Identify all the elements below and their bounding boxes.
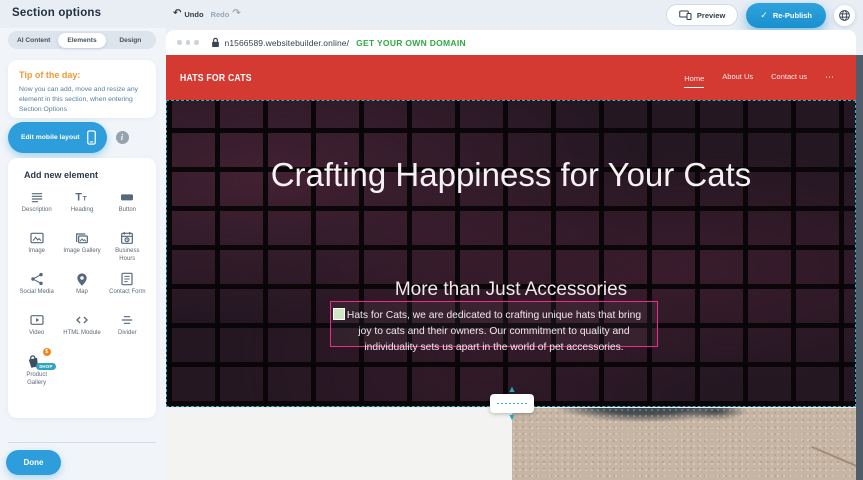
browser-bar: n1566589.websitebuilder.online/ GET YOUR… <box>166 30 856 55</box>
html-module-icon <box>74 312 90 328</box>
browser-dot <box>194 40 199 45</box>
tip-card: Tip of the day: Now you can add, move an… <box>8 60 156 118</box>
add-element-html-module[interactable]: HTML Module <box>59 312 104 348</box>
add-element-image-gallery[interactable]: Image Gallery <box>59 230 104 266</box>
language-globe-button[interactable] <box>834 5 855 26</box>
site-logo[interactable]: HATS FOR CATS <box>180 72 252 84</box>
edit-mobile-layout-button[interactable]: Edit mobile layout <box>8 122 107 153</box>
add-element-divider[interactable]: Divider <box>105 312 150 348</box>
page-title: Section options <box>12 7 101 19</box>
sidebar-divider <box>8 442 156 443</box>
selected-text-element[interactable]: Hats for Cats, we are dedicated to craft… <box>330 301 658 347</box>
map-pin-icon <box>74 271 90 287</box>
info-icon[interactable]: i <box>116 131 129 144</box>
add-element-description[interactable]: Description <box>14 189 59 225</box>
description-icon <box>29 189 45 205</box>
business-hours-icon <box>119 230 135 246</box>
add-element-title: Add new element <box>24 170 150 180</box>
browser-dots <box>177 40 199 45</box>
tab-ai-content[interactable]: AI Content <box>10 33 58 48</box>
social-media-icon <box>29 271 45 287</box>
add-element-product-gallery[interactable]: $ SHOP Product Gallery <box>14 353 59 389</box>
tip-title: Tip of the day: <box>19 70 145 80</box>
check-icon: ✓ <box>760 10 768 21</box>
preview-button[interactable]: Preview <box>666 4 738 26</box>
image-gallery-icon <box>74 230 90 246</box>
browser-dot <box>186 40 191 45</box>
redo-label: Redo <box>211 10 230 19</box>
topbar-actions: Preview ✓ Re-Publish <box>666 0 855 30</box>
republish-button[interactable]: ✓ Re-Publish <box>746 3 826 28</box>
undo-button[interactable]: ↶ Undo <box>173 9 204 19</box>
pavement-image <box>512 408 863 480</box>
phone-icon <box>86 130 97 145</box>
redo-button[interactable]: Redo ↷ <box>211 9 241 19</box>
shop-badge: SHOP <box>36 363 56 370</box>
devices-icon <box>679 10 692 20</box>
site-nav: Home About Us Contact us ⋯ <box>684 55 834 100</box>
tip-body: Now you can add, move and resize any ele… <box>19 85 145 116</box>
sidebar: AI Content Elements Design Tip of the da… <box>0 28 166 480</box>
svg-text:T: T <box>83 195 87 202</box>
hero-subheading[interactable]: More than Just Accessories <box>395 279 627 301</box>
done-button[interactable]: Done <box>6 450 61 475</box>
product-gallery-icon: $ SHOP <box>25 353 49 370</box>
section-resize-handle[interactable]: ▲ ▼ <box>490 394 534 413</box>
app-root: Section options ↶ Undo Redo ↷ Preview ✓ … <box>0 0 863 480</box>
heading-icon: TT <box>74 189 90 205</box>
preview-label: Preview <box>697 11 725 20</box>
redo-icon: ↷ <box>232 9 240 19</box>
add-element-business-hours[interactable]: Business Hours <box>105 230 150 266</box>
add-element-heading[interactable]: TT Heading <box>59 189 104 225</box>
undo-redo-group: ↶ Undo Redo ↷ <box>173 0 241 28</box>
hero-heading[interactable]: Crafting Happiness for Your Cats <box>261 153 761 198</box>
add-element-map[interactable]: Map <box>59 271 104 307</box>
element-grid: Description TT Heading Button Image Imag… <box>14 189 150 389</box>
edit-mobile-label: Edit mobile layout <box>21 134 80 141</box>
browser-dot <box>177 40 182 45</box>
globe-icon <box>838 9 851 22</box>
drag-handle[interactable] <box>333 308 345 320</box>
sidebar-tabs: AI Content Elements Design <box>8 31 156 49</box>
get-domain-link[interactable]: GET YOUR OWN DOMAIN <box>356 38 466 48</box>
hero-section[interactable]: Crafting Happiness for Your Cats More th… <box>166 100 856 407</box>
add-element-image[interactable]: Image <box>14 230 59 266</box>
lock-icon <box>211 37 220 48</box>
add-element-contact-form[interactable]: Contact Form <box>105 271 150 307</box>
nav-home[interactable]: Home <box>684 74 704 88</box>
image-icon <box>29 230 45 246</box>
undo-icon: ↶ <box>173 9 181 19</box>
nav-about-us[interactable]: About Us <box>722 72 753 83</box>
tab-elements[interactable]: Elements <box>58 33 106 48</box>
republish-label: Re-Publish <box>773 11 812 20</box>
tab-design[interactable]: Design <box>106 33 154 48</box>
site-url: n1566589.websitebuilder.online/ <box>225 38 350 48</box>
new-badge-icon: $ <box>43 348 51 356</box>
add-element-social-media[interactable]: Social Media <box>14 271 59 307</box>
canvas-scrollbar[interactable] <box>856 55 863 480</box>
topbar: Section options ↶ Undo Redo ↷ Preview ✓ … <box>0 0 863 28</box>
site-header: HATS FOR CATS Home About Us Contact us ⋯ <box>166 55 856 100</box>
add-element-button[interactable]: Button <box>105 189 150 225</box>
edit-mobile-row: Edit mobile layout i <box>8 121 129 153</box>
contact-form-icon <box>119 271 135 287</box>
undo-label: Undo <box>184 10 203 19</box>
button-icon <box>119 189 135 205</box>
video-icon <box>29 312 45 328</box>
hero-paragraph: Hats for Cats, we are dedicated to craft… <box>331 302 657 356</box>
svg-text:T: T <box>75 191 82 203</box>
add-element-video[interactable]: Video <box>14 312 59 348</box>
site-canvas: n1566589.websitebuilder.online/ GET YOUR… <box>166 30 863 480</box>
nav-more-icon[interactable]: ⋯ <box>825 72 834 83</box>
resize-arrow-down-icon: ▼ <box>508 413 517 422</box>
resize-arrow-up-icon: ▲ <box>508 385 517 394</box>
divider-icon <box>119 312 135 328</box>
nav-contact-us[interactable]: Contact us <box>771 72 807 83</box>
add-element-panel: Add new element Description TT Heading B… <box>8 158 156 418</box>
